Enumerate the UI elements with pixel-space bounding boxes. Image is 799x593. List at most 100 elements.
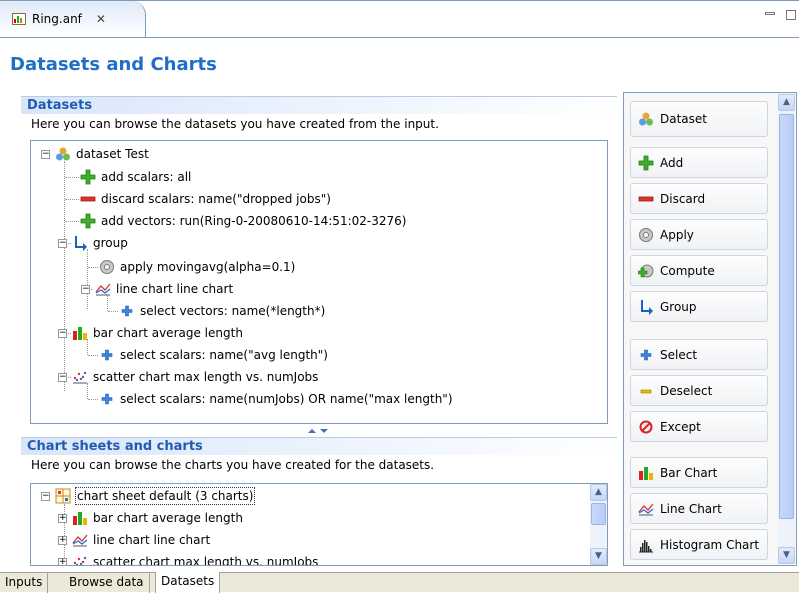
except-icon xyxy=(638,419,654,435)
scroll-up-icon[interactable]: ▲ xyxy=(590,484,607,501)
scroll-thumb[interactable] xyxy=(591,503,606,525)
toolbar-scrollbar[interactable]: ▲ ▼ xyxy=(778,94,795,564)
tree-node-scatter-chart[interactable]: − scatter chart max length vs. numJobs xyxy=(58,366,318,388)
datasets-section-description: Here you can browse the datasets you hav… xyxy=(31,117,439,131)
group-button[interactable]: Group xyxy=(630,291,768,322)
tree-node-label: select scalars: name(numJobs) OR name("m… xyxy=(120,392,453,406)
compute-icon xyxy=(637,263,654,279)
dataset-icon xyxy=(55,146,71,162)
select-icon xyxy=(99,347,115,363)
tree-node-label: add scalars: all xyxy=(101,170,192,184)
tree-node-label: line chart line chart xyxy=(116,282,234,296)
tab-browse-data[interactable]: Browse data xyxy=(64,573,150,593)
scroll-down-icon[interactable]: ▼ xyxy=(590,548,607,565)
add-icon xyxy=(80,169,96,185)
histogram-chart-button[interactable]: Histogram Chart xyxy=(630,529,768,560)
close-tab-icon[interactable]: ✕ xyxy=(96,12,106,26)
tree-node-label: bar chart average length xyxy=(93,326,243,340)
discard-icon xyxy=(80,191,96,207)
tree-node-scatter-chart[interactable]: + scatter chart max length vs. numJobs xyxy=(58,551,318,565)
tree-node-bar-chart[interactable]: + bar chart average length xyxy=(58,507,243,529)
button-label: Apply xyxy=(660,227,694,242)
tree-node-select-vectors[interactable]: select vectors: name(*length*) xyxy=(119,300,325,322)
anf-file-icon xyxy=(12,12,26,26)
tree-node-label: bar chart average length xyxy=(93,511,243,525)
histogram-chart-icon xyxy=(638,537,654,553)
tree-node-chart-sheet[interactable]: − chart sheet default (3 charts) xyxy=(41,485,256,507)
bar-chart-icon xyxy=(638,465,654,481)
button-label: Except xyxy=(660,419,701,434)
discard-button[interactable]: Discard xyxy=(630,183,768,214)
collapse-icon[interactable]: − xyxy=(58,328,67,338)
line-chart-icon xyxy=(638,501,654,517)
add-button[interactable]: Add xyxy=(630,147,768,178)
charts-section: Chart sheets and charts Here you can bro… xyxy=(21,437,617,475)
compute-button[interactable]: Compute xyxy=(630,255,768,286)
add-icon xyxy=(638,155,654,171)
collapse-icon[interactable]: − xyxy=(81,284,90,294)
button-label: Deselect xyxy=(660,383,713,398)
tree-node-line-chart[interactable]: − line chart line chart xyxy=(81,278,233,300)
expand-icon[interactable]: + xyxy=(58,557,67,565)
charts-tree-scrollbar[interactable]: ▲ ▼ xyxy=(590,484,607,565)
editor-tab-ring-anf[interactable]: Ring.anf ✕ xyxy=(0,1,146,37)
select-button[interactable]: Select xyxy=(630,339,768,370)
section-sash-arrows[interactable] xyxy=(300,424,340,433)
tree-node-label: discard scalars: name("dropped jobs") xyxy=(101,192,331,206)
tree-node-bar-chart[interactable]: − bar chart average length xyxy=(58,322,243,344)
collapse-icon[interactable]: − xyxy=(41,491,50,501)
scroll-down-icon[interactable]: ▼ xyxy=(778,547,795,564)
datasets-section-header[interactable]: Datasets xyxy=(21,96,617,114)
collapse-icon[interactable]: − xyxy=(58,372,67,382)
tree-node-dataset-test[interactable]: − dataset Test xyxy=(41,143,149,165)
deselect-icon xyxy=(638,383,654,399)
dataset-toolbar: Dataset Add Discard Apply Compute Group … xyxy=(623,92,797,566)
expand-icon[interactable]: + xyxy=(58,513,67,523)
dataset-button[interactable]: Dataset xyxy=(630,101,768,137)
tree-node-add-scalars[interactable]: add scalars: all xyxy=(80,166,191,188)
maximize-icon[interactable] xyxy=(786,10,796,23)
scatter-chart-icon xyxy=(72,369,88,385)
chart-sheet-icon xyxy=(55,488,71,504)
tree-node-label: chart sheet default (3 charts) xyxy=(74,487,256,505)
minimize-icon[interactable] xyxy=(765,10,775,23)
tree-node-apply-movingavg[interactable]: apply movingavg(alpha=0.1) xyxy=(99,256,295,278)
tree-node-label: dataset Test xyxy=(76,147,149,161)
tab-datasets[interactable]: Datasets xyxy=(155,572,221,593)
line-chart-button[interactable]: Line Chart xyxy=(630,493,768,524)
button-label: Histogram Chart xyxy=(660,537,760,552)
except-button[interactable]: Except xyxy=(630,411,768,442)
collapse-icon[interactable]: − xyxy=(41,149,50,159)
button-label: Dataset xyxy=(660,112,707,126)
tree-node-label: apply movingavg(alpha=0.1) xyxy=(120,260,296,274)
scroll-thumb[interactable] xyxy=(779,114,794,519)
apply-icon xyxy=(638,227,654,243)
button-label: Line Chart xyxy=(660,501,722,516)
apply-button[interactable]: Apply xyxy=(630,219,768,250)
dataset-icon xyxy=(638,111,654,127)
apply-icon xyxy=(99,259,115,275)
charts-section-header[interactable]: Chart sheets and charts xyxy=(21,437,617,455)
bar-chart-button[interactable]: Bar Chart xyxy=(630,457,768,488)
tree-node-label: add vectors: run(Ring-0-20080610-14:51:0… xyxy=(101,214,407,228)
tree-node-select-scalars-max[interactable]: select scalars: name(numJobs) OR name("m… xyxy=(99,388,453,410)
tab-inputs[interactable]: Inputs xyxy=(0,573,49,593)
charts-tree[interactable]: − chart sheet default (3 charts) + bar c… xyxy=(30,483,608,566)
charts-section-description: Here you can browse the charts you have … xyxy=(31,458,435,472)
tree-node-group[interactable]: − group xyxy=(58,232,128,254)
tree-node-discard-scalars[interactable]: discard scalars: name("dropped jobs") xyxy=(80,188,331,210)
tree-node-add-vectors[interactable]: add vectors: run(Ring-0-20080610-14:51:0… xyxy=(80,210,406,232)
expand-icon[interactable]: + xyxy=(58,535,67,545)
tree-node-label: select vectors: name(*length*) xyxy=(140,304,326,318)
editor-tab-title: Ring.anf xyxy=(32,12,82,26)
select-icon xyxy=(119,303,135,319)
scatter-chart-icon xyxy=(72,554,88,565)
select-icon xyxy=(638,347,654,363)
collapse-icon[interactable]: − xyxy=(58,238,67,248)
tree-node-line-chart[interactable]: + line chart line chart xyxy=(58,529,210,551)
tree-node-select-scalars-avg[interactable]: select scalars: name("avg length") xyxy=(99,344,328,366)
datasets-tree[interactable]: − dataset Test add scalars: all discard … xyxy=(30,140,608,424)
add-icon xyxy=(80,213,96,229)
deselect-button[interactable]: Deselect xyxy=(630,375,768,406)
scroll-up-icon[interactable]: ▲ xyxy=(778,94,795,111)
